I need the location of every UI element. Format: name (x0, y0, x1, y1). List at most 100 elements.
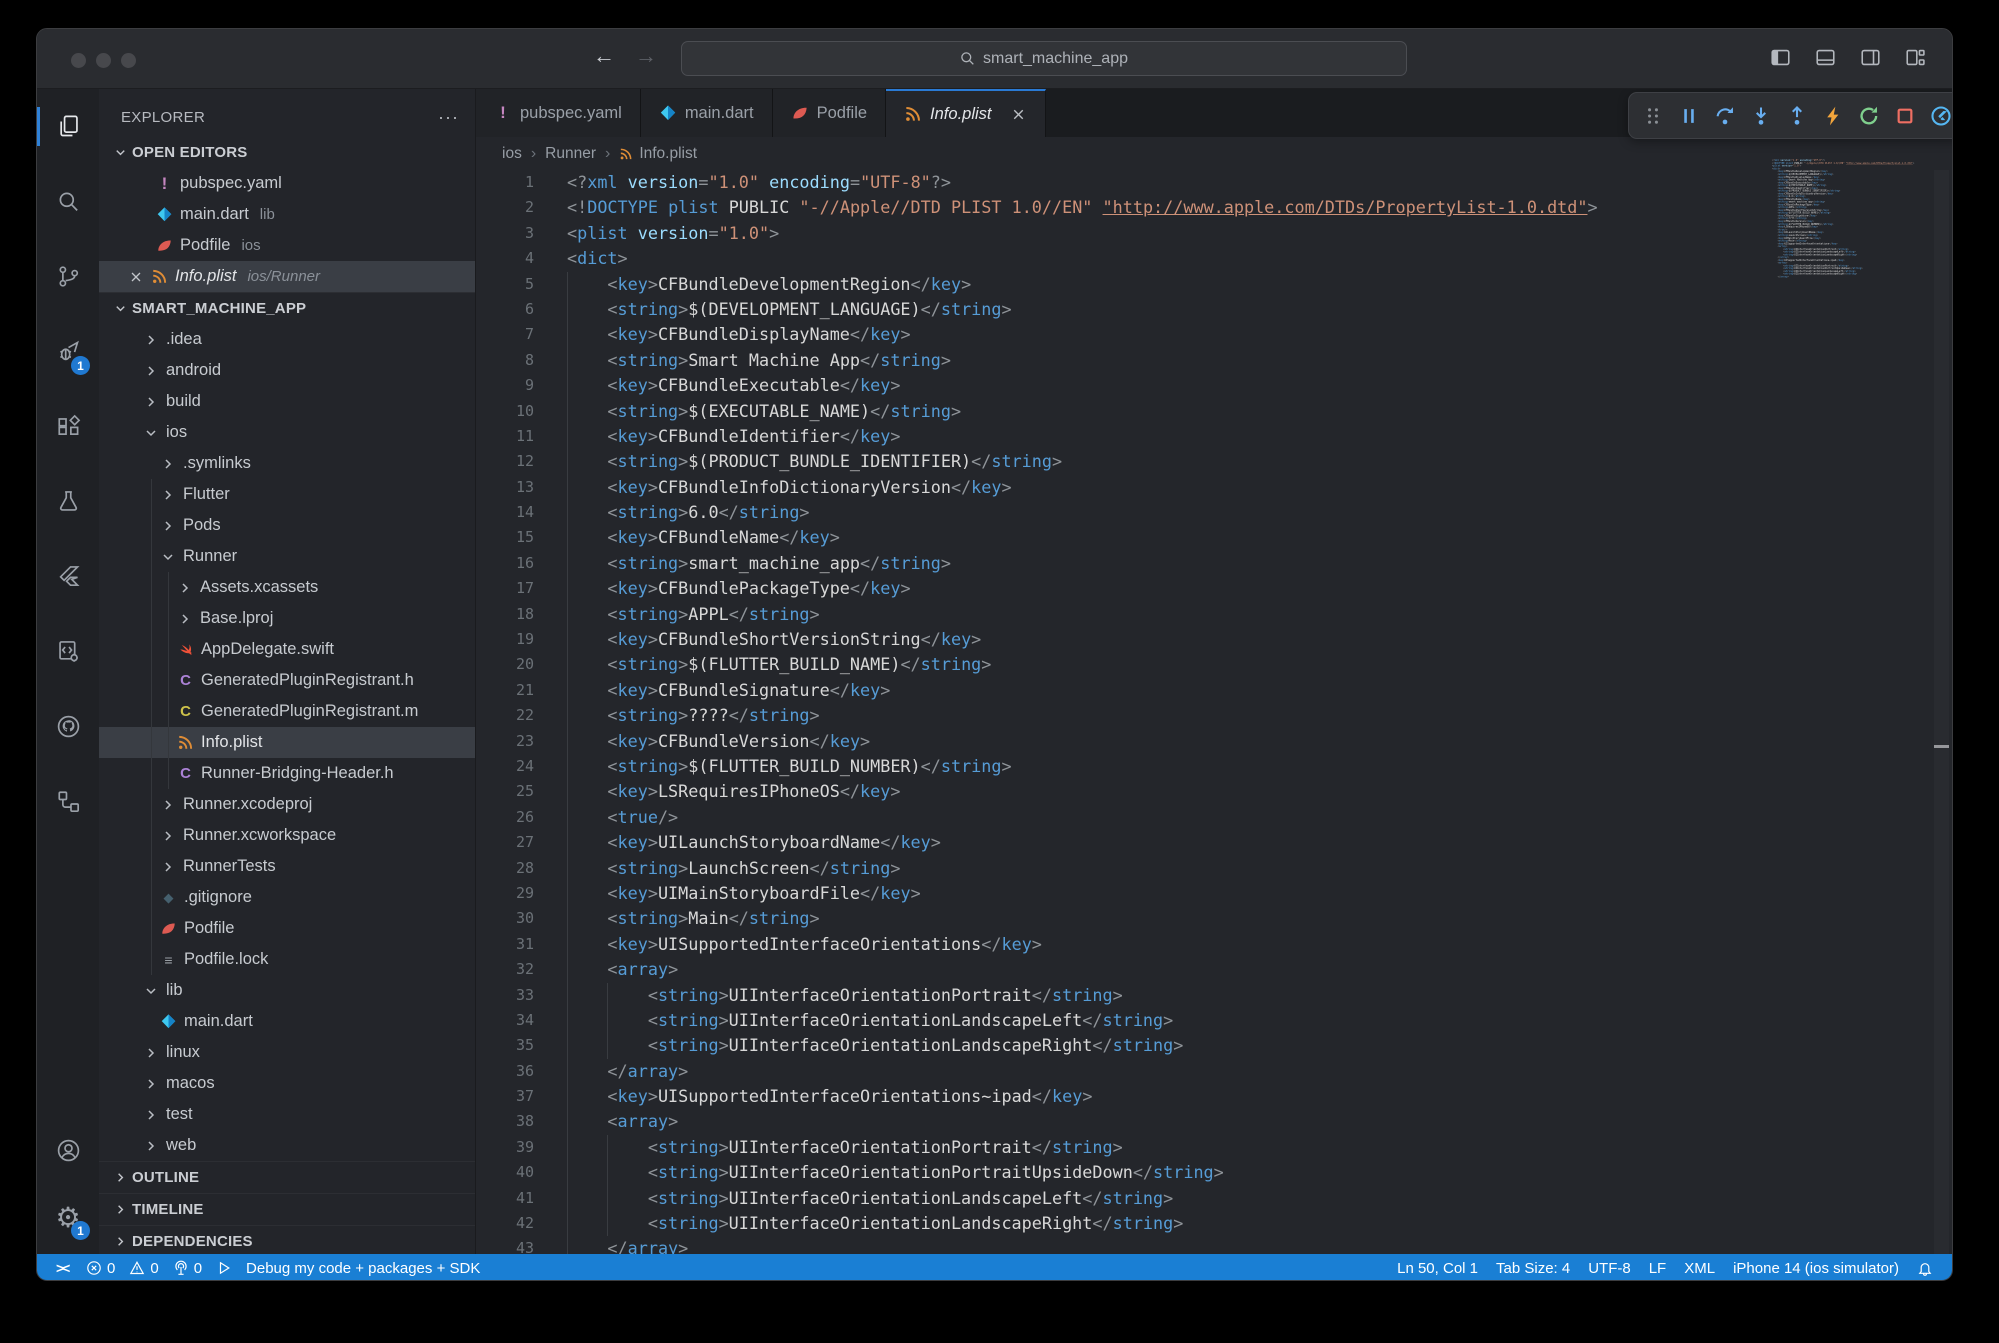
tab-Podfile[interactable]: Podfile (773, 89, 886, 137)
restart-icon[interactable] (1858, 105, 1880, 127)
tree-item-Runner.xcworkspace[interactable]: Runner.xcworkspace (99, 820, 475, 851)
close-traffic-light[interactable] (71, 53, 86, 68)
navigate-forward-icon[interactable]: → (631, 43, 661, 69)
status-cursor-position[interactable]: Ln 50, Col 1 (1390, 1260, 1485, 1277)
tree-item-build[interactable]: build (99, 386, 475, 417)
accounts-button[interactable] (37, 1118, 99, 1182)
activity-references[interactable] (37, 764, 99, 839)
tree-item-Flutter[interactable]: Flutter (99, 479, 475, 510)
drag-grip-icon[interactable] (1642, 105, 1664, 127)
status-encoding[interactable]: UTF-8 (1581, 1260, 1638, 1277)
activity-extensions[interactable] (37, 389, 99, 464)
tree-item-.gitignore[interactable]: ◆.gitignore (99, 882, 475, 913)
remote-icon: >< (56, 1260, 72, 1276)
editor-scrollbar[interactable] (1934, 170, 1949, 1254)
settings-button[interactable]: ⚙ 1 (37, 1182, 99, 1254)
outline-header[interactable]: OUTLINE (99, 1161, 475, 1193)
tree-item-Runner.xcodeproj[interactable]: Runner.xcodeproj (99, 789, 475, 820)
open-editor-Info.plist[interactable]: Info.plistios/Runner (99, 261, 475, 292)
activity-github[interactable] (37, 689, 99, 764)
tree-item-ios[interactable]: ios (99, 417, 475, 448)
zoom-traffic-light[interactable] (121, 53, 136, 68)
activity-testing[interactable] (37, 464, 99, 539)
open-editor-pubspec.yaml[interactable]: !pubspec.yaml (99, 168, 475, 199)
code-line: 17 <key>CFBundlePackageType</key> (476, 576, 1932, 601)
project-header[interactable]: SMART_MACHINE_APP (99, 292, 475, 324)
breadcrumb-Info.plist[interactable]: Info.plist (619, 145, 697, 163)
status-errors[interactable]: 0 (79, 1260, 122, 1277)
tree-item-web[interactable]: web (99, 1130, 475, 1161)
status-notifications[interactable] (1910, 1260, 1940, 1276)
close-icon[interactable] (128, 269, 144, 285)
dependencies-header[interactable]: DEPENDENCIES (99, 1225, 475, 1254)
status-ports[interactable]: 0 (166, 1260, 209, 1277)
activity-source-control[interactable] (37, 239, 99, 314)
status-indentation[interactable]: Tab Size: 4 (1489, 1260, 1577, 1277)
tree-item-lib[interactable]: lib (99, 975, 475, 1006)
step-into-icon[interactable] (1750, 105, 1772, 127)
command-center-search[interactable]: smart_machine_app (681, 41, 1407, 76)
tree-item-Base.lproj[interactable]: Base.lproj (99, 603, 475, 634)
navigate-back-icon[interactable]: ← (589, 43, 619, 69)
tree-item-macos[interactable]: macos (99, 1068, 475, 1099)
tree-item-Podfile[interactable]: Podfile (99, 913, 475, 944)
toggle-panel-icon[interactable] (1815, 47, 1836, 68)
toggle-primary-sidebar-icon[interactable] (1770, 47, 1791, 68)
tab-Info.plist[interactable]: Info.plist (886, 89, 1045, 137)
status-warnings[interactable]: 0 (122, 1260, 165, 1277)
tree-item-.symlinks[interactable]: .symlinks (99, 448, 475, 479)
tree-item-AppDelegate.swift[interactable]: AppDelegate.swift (99, 634, 475, 665)
open-editor-main.dart[interactable]: main.dartlib (99, 199, 475, 230)
close-icon[interactable] (1010, 106, 1027, 123)
tree-item-test[interactable]: test (99, 1099, 475, 1130)
tree-item-.idea[interactable]: .idea (99, 324, 475, 355)
code-line: 31 <key>UISupportedInterfaceOrientations… (476, 932, 1932, 957)
tab-pubspec.yaml[interactable]: !pubspec.yaml (476, 89, 641, 137)
line-number: 38 (476, 1109, 534, 1134)
code-text: <string>????</string> (567, 703, 820, 728)
tab-main.dart[interactable]: main.dart (641, 89, 773, 137)
status-launch-config[interactable]: Debug my code + packages + SDK (239, 1260, 487, 1277)
tree-item-Assets.xcassets[interactable]: Assets.xcassets (99, 572, 475, 603)
status-remote[interactable]: >< (49, 1260, 79, 1276)
more-actions-icon[interactable]: ··· (438, 107, 459, 128)
open-editors-header[interactable]: OPEN EDITORS (99, 137, 475, 168)
pause-icon[interactable] (1678, 105, 1700, 127)
tree-item-android[interactable]: android (99, 355, 475, 386)
timeline-header[interactable]: TIMELINE (99, 1193, 475, 1225)
widget-inspector-icon[interactable] (1930, 105, 1952, 127)
breadcrumb-Runner[interactable]: Runner (545, 145, 596, 163)
tree-item-RunnerTests[interactable]: RunnerTests (99, 851, 475, 882)
activity-explorer[interactable] (37, 89, 99, 164)
tree-item-Runner-Bridging-Header.h[interactable]: CRunner-Bridging-Header.h (99, 758, 475, 789)
status-device[interactable]: iPhone 14 (ios simulator) (1726, 1260, 1906, 1277)
hot-reload-icon[interactable] (1822, 105, 1844, 127)
stop-icon[interactable] (1894, 105, 1916, 127)
step-over-icon[interactable] (1714, 105, 1736, 127)
flutter-icon (55, 563, 82, 590)
minimap[interactable]: <?xml version="1.0" encoding="UTF-8"?><!… (1772, 159, 1922, 399)
code-editor[interactable]: 1<?xml version="1.0" encoding="UTF-8"?>2… (476, 170, 1932, 1254)
status-debug-console[interactable] (209, 1260, 239, 1276)
tree-item-main.dart[interactable]: main.dart (99, 1006, 475, 1037)
customize-layout-icon[interactable] (1905, 47, 1926, 68)
minimize-traffic-light[interactable] (96, 53, 111, 68)
chevron-right-icon (143, 1045, 159, 1061)
toggle-secondary-sidebar-icon[interactable] (1860, 47, 1881, 68)
open-editor-Podfile[interactable]: Podfileios (99, 230, 475, 261)
tree-item-linux[interactable]: linux (99, 1037, 475, 1068)
activity-run-debug[interactable]: 1 (37, 314, 99, 389)
tree-item-GeneratedPluginRegistrant.h[interactable]: CGeneratedPluginRegistrant.h (99, 665, 475, 696)
status-eol[interactable]: LF (1642, 1260, 1674, 1277)
activity-search[interactable] (37, 164, 99, 239)
tree-item-Podfile.lock[interactable]: ≡Podfile.lock (99, 944, 475, 975)
status-language-mode[interactable]: XML (1677, 1260, 1722, 1277)
breadcrumb-ios[interactable]: ios (502, 145, 522, 163)
step-out-icon[interactable] (1786, 105, 1808, 127)
tree-item-GeneratedPluginRegistrant.m[interactable]: CGeneratedPluginRegistrant.m (99, 696, 475, 727)
activity-project-manager[interactable] (37, 614, 99, 689)
activity-flutter[interactable] (37, 539, 99, 614)
tree-item-Info.plist[interactable]: Info.plist (99, 727, 475, 758)
tree-item-Runner[interactable]: Runner (99, 541, 475, 572)
tree-item-Pods[interactable]: Pods (99, 510, 475, 541)
